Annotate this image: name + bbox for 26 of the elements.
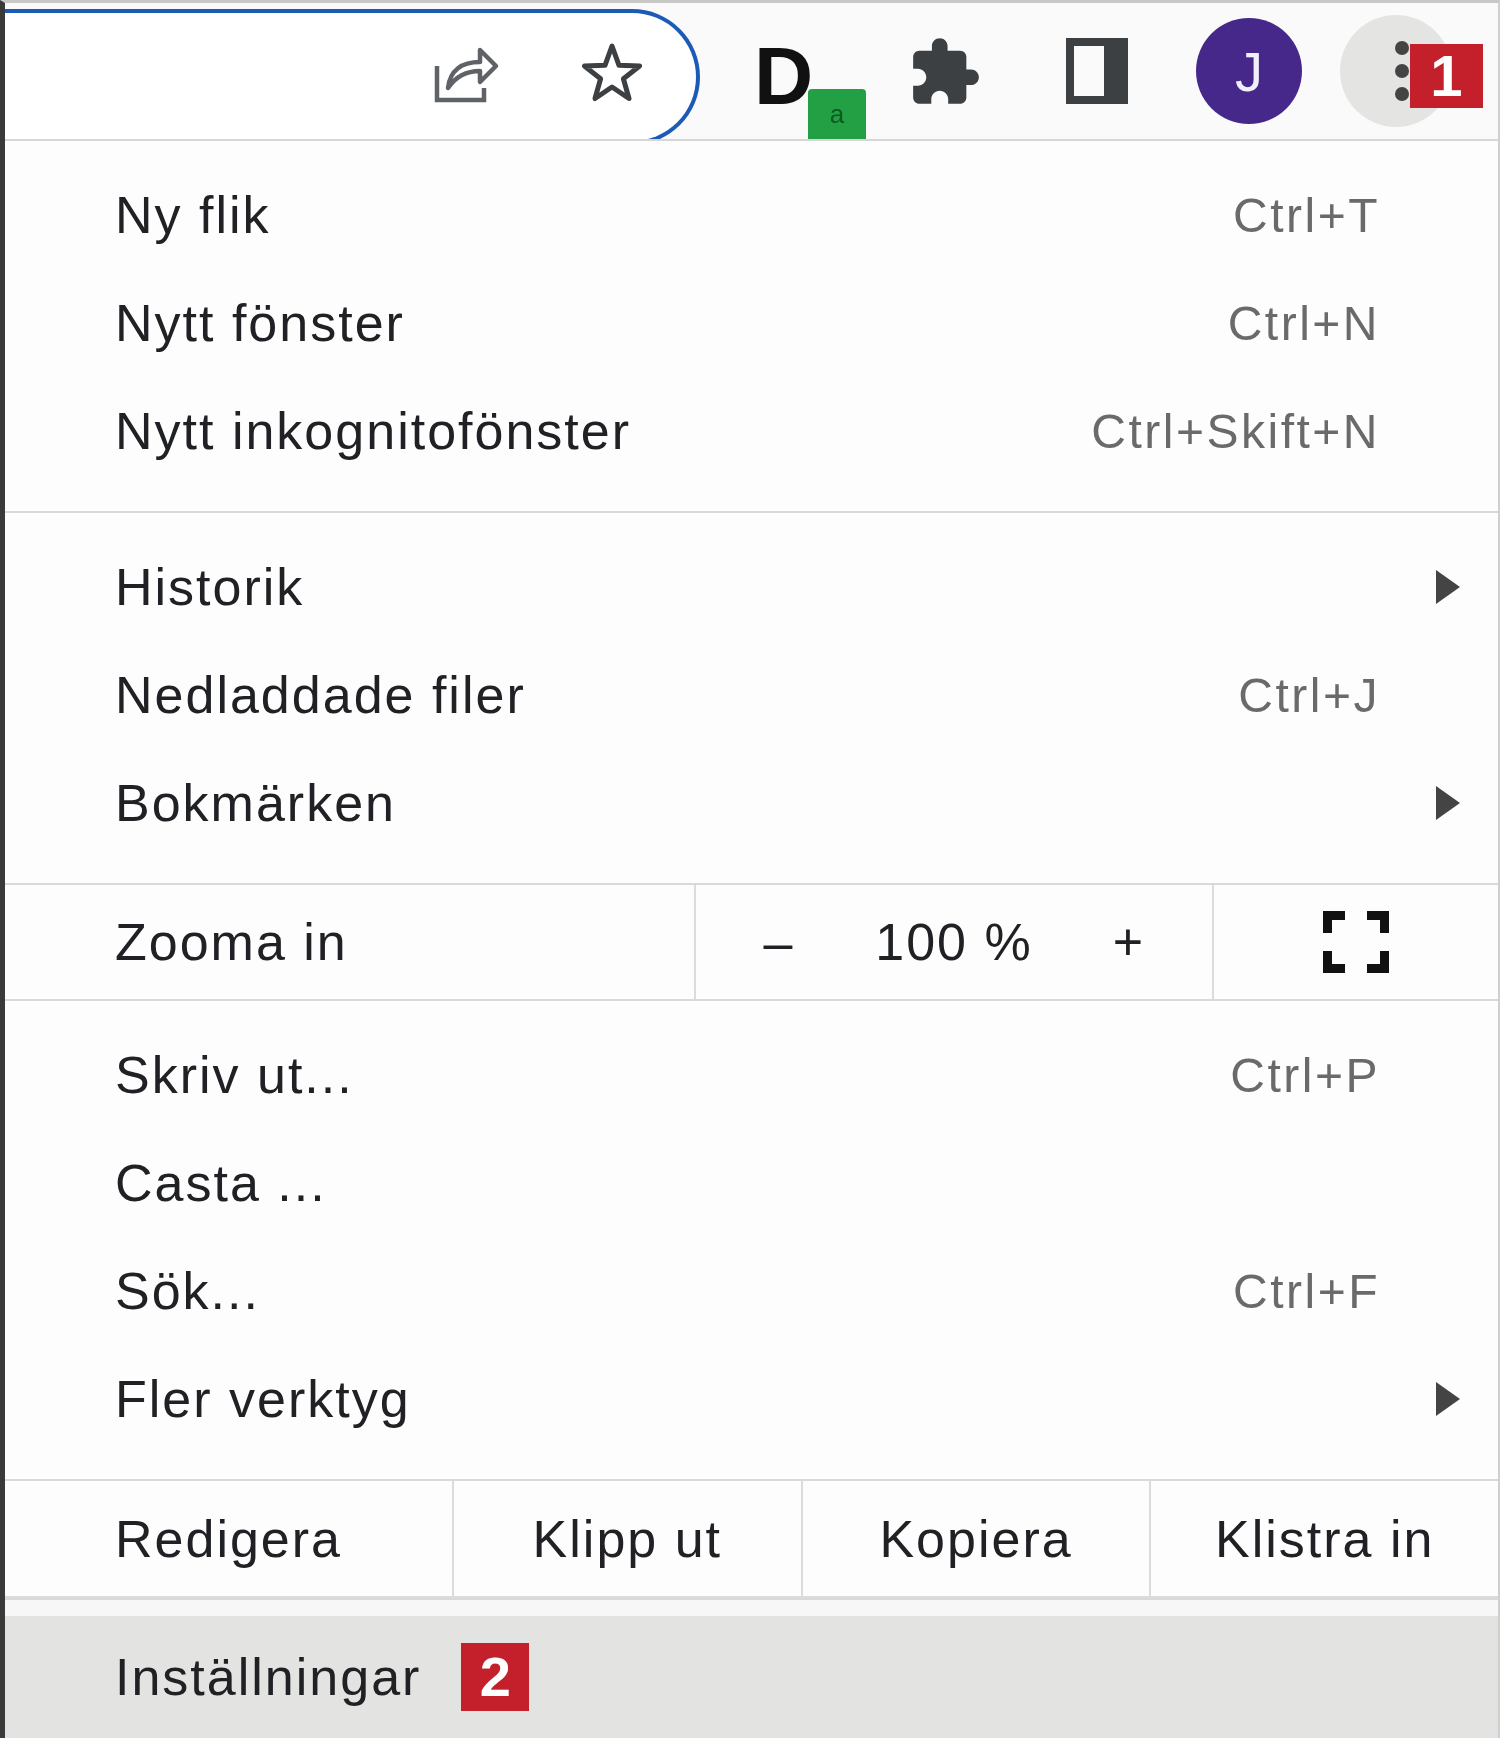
shortcut-text: Ctrl+N xyxy=(1227,295,1380,351)
callout-tooltip: 2 xyxy=(461,1643,530,1711)
edit-label: Redigera xyxy=(114,1508,344,1570)
shortcut-text: Ctrl+J xyxy=(1238,667,1380,723)
fullscreen-icon xyxy=(1323,911,1389,973)
zoom-out-button[interactable]: – xyxy=(696,885,862,999)
extension-badge: a xyxy=(808,89,866,139)
submenu-arrow-icon xyxy=(1436,570,1460,604)
star-icon[interactable] xyxy=(580,42,644,104)
submenu-arrow-icon xyxy=(1436,1382,1460,1416)
menu-item[interactable]: Inställningar 2 xyxy=(5,1616,1498,1738)
zoom-label: Zooma in xyxy=(5,885,696,999)
shortcut-text: Ctrl+P xyxy=(1230,1047,1380,1103)
extension-button[interactable]: D a xyxy=(754,9,870,139)
callout-tooltip: 1 xyxy=(1410,44,1483,108)
shortcut-text: Ctrl+T xyxy=(1233,187,1380,243)
address-bar[interactable] xyxy=(5,9,700,139)
shortcut-text: Ctrl+F xyxy=(1233,1263,1380,1319)
more-vert-icon xyxy=(1394,40,1410,102)
puzzle-piece-icon[interactable] xyxy=(910,35,982,107)
zoom-level-text: 100 % xyxy=(874,912,1034,972)
zoom-in-button[interactable]: + xyxy=(1046,885,1212,999)
shortcut-text: Ctrl+Skift+N xyxy=(1091,403,1380,459)
side-panel-icon[interactable] xyxy=(1066,38,1128,104)
submenu-arrow-icon xyxy=(1436,786,1460,820)
profile-avatar[interactable]: J xyxy=(1196,18,1302,124)
